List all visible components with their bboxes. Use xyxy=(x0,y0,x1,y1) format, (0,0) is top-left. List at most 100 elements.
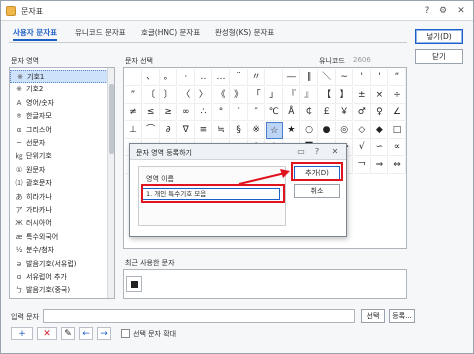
char-cell[interactable]: ∼ xyxy=(336,69,354,86)
char-cell[interactable]: ≤ xyxy=(142,104,160,122)
insert-button[interactable]: 넣기(D) xyxy=(415,29,463,44)
char-cell[interactable]: 」 xyxy=(265,86,283,104)
scroll-thumb[interactable] xyxy=(109,84,114,154)
char-cell[interactable]: 【 xyxy=(318,86,336,104)
char-cell[interactable]: ℃ xyxy=(265,104,283,122)
char-cell[interactable] xyxy=(125,69,142,86)
char-cell[interactable]: ★ xyxy=(283,121,301,139)
char-cell[interactable]: ￥ xyxy=(336,104,354,122)
char-cell[interactable]: ' xyxy=(353,69,371,86)
char-cell[interactable]: § xyxy=(230,121,248,139)
char-cell[interactable]: □ xyxy=(389,121,406,139)
char-cell[interactable]: ￢ xyxy=(353,157,371,174)
area-list-item[interactable]: α 그리스어 xyxy=(10,124,110,137)
char-cell[interactable]: 《 xyxy=(213,86,230,104)
char-cell[interactable]: 、 xyxy=(142,69,160,86)
area-list-item[interactable]: ㎏ 단위기호 xyxy=(10,150,110,163)
area-list-item[interactable]: あ 히라가나 xyxy=(10,191,110,204)
char-cell[interactable]: … xyxy=(213,69,230,86)
char-cell[interactable]: ∽ xyxy=(371,139,389,157)
recent-char-cell[interactable] xyxy=(126,276,142,292)
char-cell[interactable]: ⌒ xyxy=(142,121,160,139)
char-cell[interactable]: Å xyxy=(283,104,301,122)
area-list-item[interactable]: ア 가타카나 xyxy=(10,204,110,217)
char-cell[interactable]: ‥ xyxy=(195,69,213,86)
input-chars-field[interactable] xyxy=(43,309,355,323)
register-button[interactable]: 등록... xyxy=(389,309,415,323)
close-icon[interactable]: ✕ xyxy=(455,5,467,17)
area-list-item[interactable]: Ж 러시아어 xyxy=(10,217,110,230)
area-list-item[interactable]: ㅎ 한글자모 xyxy=(10,110,110,123)
char-cell[interactable]: 「 xyxy=(248,86,266,104)
area-list-item[interactable]: A 영어/숫자 xyxy=(10,97,110,110)
remove-area-icon[interactable]: ✕ xyxy=(37,327,57,340)
cancel-button[interactable]: 취소 xyxy=(294,184,340,198)
char-cell[interactable]: ☆ xyxy=(265,121,283,139)
char-cell[interactable]: · xyxy=(177,69,195,86)
char-cell[interactable]: × xyxy=(371,86,389,104)
char-cell[interactable]: 〈 xyxy=(177,86,195,104)
char-cell[interactable]: ∞ xyxy=(177,104,195,122)
dialog-help-icon[interactable]: ? xyxy=(312,147,322,157)
char-cell[interactable]: ⇔ xyxy=(389,157,406,174)
char-cell[interactable]: ≡ xyxy=(195,121,213,139)
char-cell[interactable]: “ xyxy=(389,69,406,86)
char-cell[interactable]: ♂ xyxy=(353,104,371,122)
char-cell[interactable]: ÷ xyxy=(389,86,406,104)
edit-icon[interactable]: ✎ xyxy=(61,327,75,340)
char-cell[interactable]: ⇒ xyxy=(371,157,389,174)
char-cell[interactable]: 〉 xyxy=(195,86,213,104)
char-cell[interactable]: ≒ xyxy=(213,121,230,139)
char-cell[interactable]: 。 xyxy=(160,69,178,86)
area-list-item[interactable]: ※ 기호2 xyxy=(10,83,110,96)
char-cell[interactable]: ” xyxy=(125,86,142,104)
char-cell[interactable]: ∠ xyxy=(389,104,406,122)
area-list-item[interactable]: ㄅ 발음기호(중국) xyxy=(10,284,110,297)
char-cell[interactable]: ­ xyxy=(265,69,283,86)
area-list[interactable]: ㄅ 발음기호(중국) ɑ 서유럽어 추가 ə 발음기호(서유럽) ½ 분수/첨자 æ 특수외국어 Ж… xyxy=(9,67,115,299)
area-list-item[interactable]: ─ 선문자 xyxy=(10,137,110,150)
help-icon[interactable]: ? xyxy=(421,5,433,17)
char-cell[interactable]: ￡ xyxy=(318,104,336,122)
area-list-item[interactable]: ɑ 서유럽어 추가 xyxy=(10,271,110,284)
dialog-toggle-icon[interactable]: ▭ xyxy=(296,147,306,157)
char-cell[interactable]: ∂ xyxy=(160,121,178,139)
tab-hnc-chartable[interactable]: 호글(HNC) 문자표 xyxy=(141,27,200,41)
char-cell[interactable]: 』 xyxy=(301,86,318,104)
char-cell[interactable]: ◎ xyxy=(336,121,354,139)
arrow-right-icon[interactable]: → xyxy=(97,327,111,340)
char-cell[interactable]: ° xyxy=(213,104,230,122)
settings-icon[interactable]: ⚙ xyxy=(437,5,449,17)
char-cell[interactable]: ♀ xyxy=(371,104,389,122)
char-cell[interactable]: ∇ xyxy=(177,121,195,139)
enlarge-checkbox[interactable] xyxy=(121,329,130,338)
char-cell[interactable]: ― xyxy=(283,69,301,86)
char-cell[interactable]: ∝ xyxy=(389,139,406,157)
area-list-item[interactable]: ① 원문자 xyxy=(10,164,110,177)
add-area-icon[interactable]: + xyxy=(11,327,33,340)
dialog-close-icon[interactable]: ✕ xyxy=(330,147,340,157)
char-cell[interactable]: 〃 xyxy=(248,69,266,86)
char-cell[interactable]: ● xyxy=(318,121,336,139)
tab-ks-chartable[interactable]: 완성형(KS) 문자표 xyxy=(215,27,274,41)
area-list-item[interactable]: ə 발음기호(서유럽) xyxy=(10,258,110,271)
char-cell[interactable]: ≥ xyxy=(160,104,178,122)
char-cell[interactable]: ≠ xyxy=(125,104,142,122)
tab-unicode-chartable[interactable]: 유니코드 문자표 xyxy=(75,27,126,41)
char-cell[interactable]: ± xyxy=(353,86,371,104)
area-list-item[interactable]: ½ 분수/첨자 xyxy=(10,244,110,257)
char-cell[interactable]: ∴ xyxy=(195,104,213,122)
char-cell[interactable]: ※ xyxy=(248,121,266,139)
char-cell[interactable]: 〕 xyxy=(160,86,178,104)
select-button[interactable]: 선택 xyxy=(361,309,385,323)
area-list-item[interactable]: ※ 기호1 xyxy=(10,70,110,83)
area-scrollbar[interactable] xyxy=(107,68,114,298)
char-cell[interactable]: 】 xyxy=(336,86,354,104)
arrow-left-icon[interactable]: ← xyxy=(79,327,93,340)
char-cell[interactable]: √ xyxy=(353,139,371,157)
char-cell[interactable]: ' xyxy=(371,69,389,86)
area-list-item[interactable]: ⑴ 괄호문자 xyxy=(10,177,110,190)
char-cell[interactable]: ◆ xyxy=(371,121,389,139)
char-cell[interactable]: 『 xyxy=(283,86,301,104)
char-cell[interactable]: ＼ xyxy=(318,69,336,86)
